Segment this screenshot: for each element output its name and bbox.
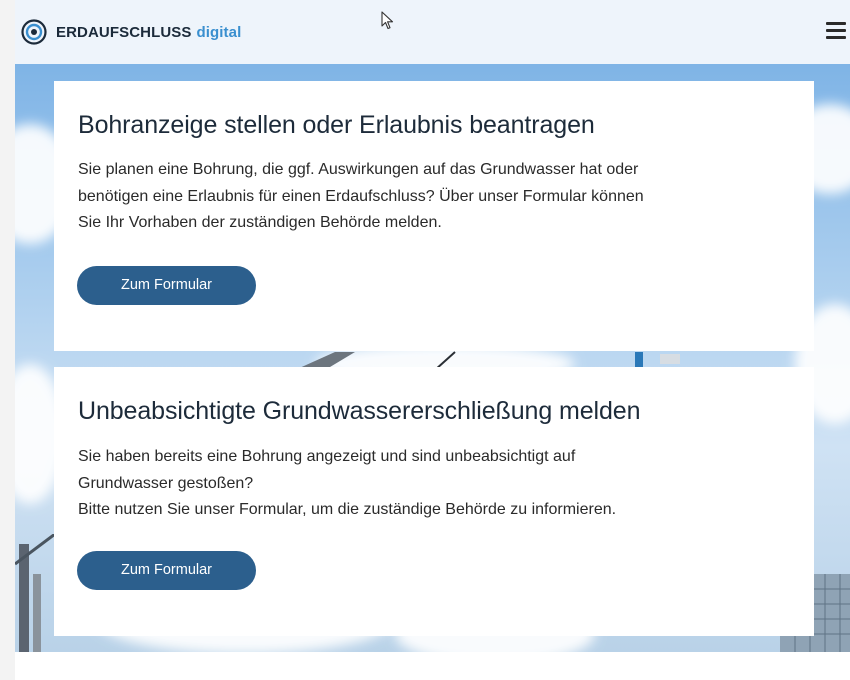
card-title: Bohranzeige stellen oder Erlaubnis beant… <box>78 111 595 139</box>
card-description: Sie planen eine Bohrung, die ggf. Auswir… <box>78 157 790 237</box>
mouse-cursor-icon <box>381 11 394 30</box>
hero-background: Bohranzeige stellen oder Erlaubnis beant… <box>15 64 850 652</box>
card-text-line: Sie planen eine Bohrung, die ggf. Auswir… <box>78 161 639 178</box>
form-button[interactable]: Zum Formular <box>77 266 256 305</box>
card-description: Sie haben bereits eine Bohrung angezeigt… <box>78 444 790 524</box>
hamburger-menu-icon[interactable] <box>826 22 846 40</box>
blue-pipe-image <box>635 352 680 368</box>
card-text-line: Sie haben bereits eine Bohrung angezeigt… <box>78 448 576 465</box>
logo-icon <box>21 19 47 45</box>
card-drilling-notice: Bohranzeige stellen oder Erlaubnis beant… <box>54 81 814 351</box>
card-text-line: Sie Ihr Vorhaben der zuständigen Behörde… <box>78 214 442 231</box>
logo-text: ERDAUFSCHLUSS digital <box>56 24 241 41</box>
card-text-line: Bitte nutzen Sie unser Formular, um die … <box>78 501 617 518</box>
logo-accent-text: digital <box>196 23 242 41</box>
card-groundwater-report: Unbeabsichtigte Grundwassererschließung … <box>54 367 814 636</box>
logo[interactable]: ERDAUFSCHLUSS digital <box>21 17 241 47</box>
card-text-line: benötigen eine Erlaubnis für einen Erdau… <box>78 187 644 205</box>
card-text-line: Grundwasser gestoßen? <box>78 474 254 492</box>
form-button[interactable]: Zum Formular <box>77 551 256 590</box>
top-bar: ERDAUFSCHLUSS digital <box>15 0 850 64</box>
page: ERDAUFSCHLUSS digital Bohranzeige stelle… <box>15 0 850 680</box>
logo-main-text: ERDAUFSCHLUSS <box>56 23 192 41</box>
card-title: Unbeabsichtigte Grundwassererschließung … <box>78 397 641 425</box>
